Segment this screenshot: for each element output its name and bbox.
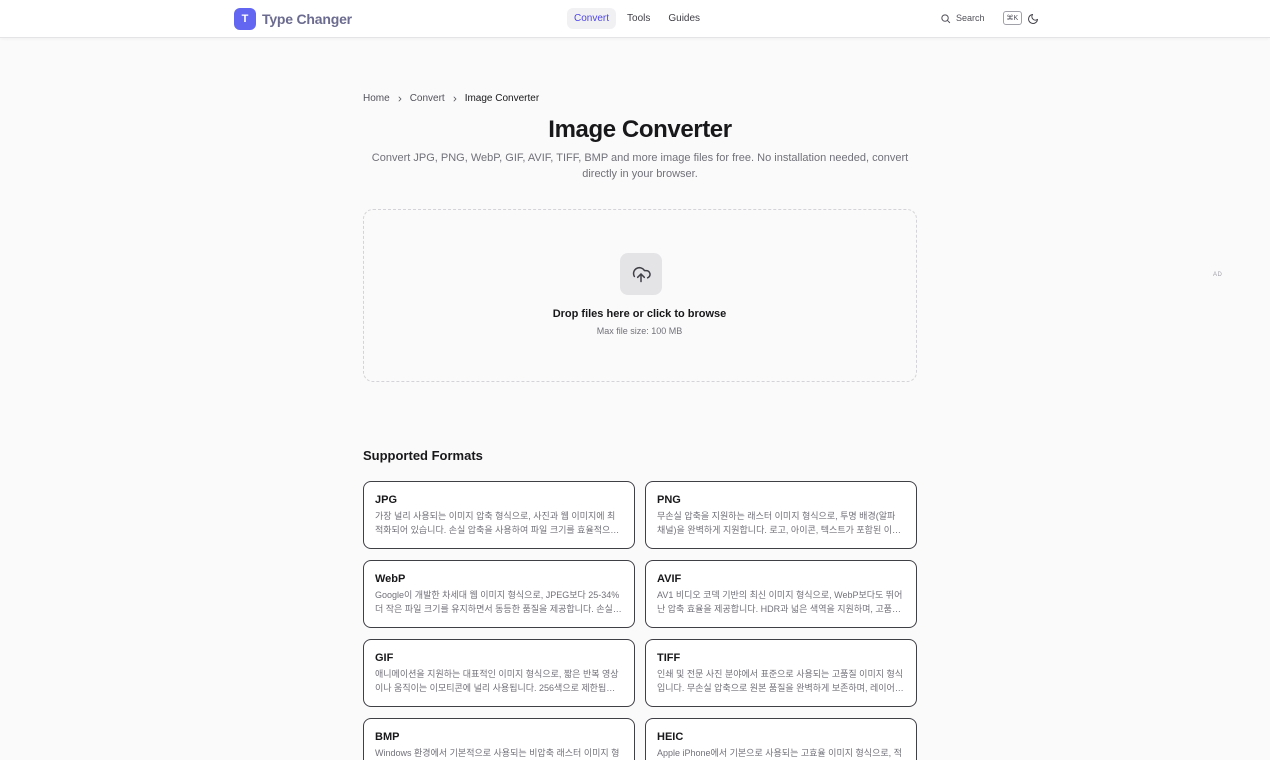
search-icon	[941, 13, 951, 23]
format-name: TIFF	[657, 652, 681, 664]
formats-grid: JPG 가장 널리 사용되는 이미지 압축 형식으로, 사진과 웹 이미지에 최…	[363, 481, 917, 760]
format-description: 무손실 압축을 지원하는 래스터 이미지 형식으로, 투명 배경(알파 채널)을…	[657, 511, 901, 535]
ad-label: AD	[1213, 272, 1223, 278]
format-description: Windows 환경에서 기본적으로 사용되는 비압축 래스터 이미지 형식입니…	[375, 748, 620, 758]
breadcrumb-current: Image Converter	[464, 93, 540, 104]
chevron-right-icon	[398, 96, 402, 101]
dropzone-title: Drop files here or click to browse	[552, 308, 727, 320]
format-card-jpg[interactable]: JPG 가장 널리 사용되는 이미지 압축 형식으로, 사진과 웹 이미지에 최…	[363, 481, 635, 549]
format-description: 인쇄 및 전문 사진 분야에서 표준으로 사용되는 고품질 이미지 형식입니다.…	[657, 669, 904, 693]
format-name: JPG	[375, 494, 398, 506]
cloud-upload-icon	[632, 266, 651, 283]
breadcrumb-convert[interactable]: Convert	[410, 93, 445, 104]
format-name: WebP	[375, 573, 406, 585]
upload-icon-box	[620, 253, 662, 295]
format-description: 애니메이션을 지원하는 대표적인 이미지 형식으로, 짧은 반복 영상이나 움직…	[375, 669, 619, 693]
format-name: BMP	[375, 731, 400, 743]
format-name: PNG	[657, 494, 681, 506]
search-button[interactable]: Search ⌘K	[940, 11, 1023, 25]
breadcrumb: Home Convert Image Converter	[363, 93, 539, 104]
top-header: T Type Changer Convert Tools Guides Sear…	[0, 0, 1270, 38]
format-description: Apple iPhone에서 기본으로 사용되는 고효율 이미지 형식으로, 적…	[657, 748, 902, 758]
logo-mark: T	[234, 8, 256, 30]
nav-convert[interactable]: Convert	[567, 8, 617, 29]
nav-tools[interactable]: Tools	[620, 8, 657, 29]
moon-icon	[1028, 14, 1038, 24]
format-description: AV1 비디오 코덱 기반의 최신 이미지 형식으로, WebP보다도 뛰어난 …	[657, 590, 903, 614]
supported-formats-heading: Supported Formats	[363, 448, 483, 463]
page-subtitle: Convert JPG, PNG, WebP, GIF, AVIF, TIFF,…	[371, 152, 909, 180]
format-card-avif[interactable]: AVIF AV1 비디오 코덱 기반의 최신 이미지 형식으로, WebP보다도…	[645, 560, 917, 628]
format-description: Google이 개발한 차세대 웹 이미지 형식으로, JPEG보다 25-34…	[375, 590, 620, 614]
format-card-bmp[interactable]: BMP Windows 환경에서 기본적으로 사용되는 비압축 래스터 이미지 …	[363, 718, 635, 760]
logo-text: Type Changer	[262, 11, 352, 27]
format-card-webp[interactable]: WebP Google이 개발한 차세대 웹 이미지 형식으로, JPEG보다 …	[363, 560, 635, 628]
format-card-png[interactable]: PNG 무손실 압축을 지원하는 래스터 이미지 형식으로, 투명 배경(알파 …	[645, 481, 917, 549]
format-card-gif[interactable]: GIF 애니메이션을 지원하는 대표적인 이미지 형식으로, 짧은 반복 영상이…	[363, 639, 635, 707]
format-name: GIF	[375, 652, 394, 664]
format-description: 가장 널리 사용되는 이미지 압축 형식으로, 사진과 웹 이미지에 최적화되어…	[375, 511, 619, 535]
page-title: Image Converter	[548, 116, 732, 143]
dropzone-subtitle: Max file size: 100 MB	[596, 326, 683, 336]
breadcrumb-home[interactable]: Home	[363, 93, 390, 104]
theme-toggle-button[interactable]	[1027, 12, 1039, 30]
nav-guides[interactable]: Guides	[661, 8, 707, 29]
chevron-right-icon	[453, 96, 457, 101]
main-nav: Convert Tools Guides	[567, 8, 707, 29]
logo[interactable]: T Type Changer	[234, 8, 352, 30]
search-label: Search	[956, 13, 985, 23]
format-card-tiff[interactable]: TIFF 인쇄 및 전문 사진 분야에서 표준으로 사용되는 고품질 이미지 형…	[645, 639, 917, 707]
search-shortcut: ⌘K	[1002, 11, 1023, 25]
format-name: HEIC	[657, 731, 684, 743]
format-card-heic[interactable]: HEIC Apple iPhone에서 기본으로 사용되는 고효율 이미지 형식…	[645, 718, 917, 760]
format-name: AVIF	[657, 573, 682, 585]
file-dropzone[interactable]: Drop files here or click to browse Max f…	[363, 209, 917, 382]
